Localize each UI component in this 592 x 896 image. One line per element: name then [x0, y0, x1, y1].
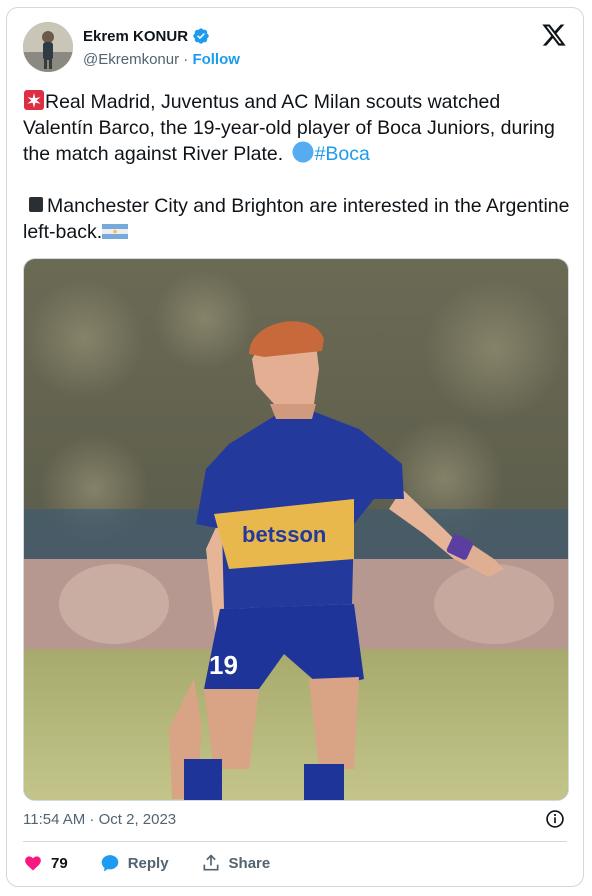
- blue-circle-emoji: [292, 141, 314, 163]
- tweet-card: Ekrem KONUR @Ekremkonur · Follow Real Ma…: [6, 7, 584, 887]
- follow-button[interactable]: Follow: [192, 51, 240, 68]
- author-handle[interactable]: @Ekremkonur: [83, 51, 179, 68]
- divider: [23, 841, 567, 842]
- reply-bubble-icon: [101, 855, 119, 872]
- like-count: 79: [51, 854, 68, 872]
- tweet-paragraph-2: Manchester City and Brighton are interes…: [23, 193, 571, 245]
- player-photo: betsson 19: [24, 259, 568, 800]
- info-icon[interactable]: [545, 809, 565, 829]
- tweet-timestamp[interactable]: 11:54 AM · Oct 2, 2023: [23, 811, 176, 828]
- reply-button[interactable]: Reply: [100, 853, 169, 873]
- shorts-number-text: 19: [209, 650, 238, 680]
- author-handle-row: @Ekremkonur · Follow: [83, 51, 240, 68]
- tweet-text: Real Madrid, Juventus and AC Milan scout…: [23, 89, 571, 245]
- author-name[interactable]: Ekrem KONUR: [83, 28, 188, 45]
- like-button[interactable]: 79: [23, 853, 68, 873]
- author-name-row: Ekrem KONUR: [83, 27, 210, 45]
- x-logo-icon[interactable]: [541, 22, 567, 48]
- share-button[interactable]: Share: [201, 853, 271, 873]
- share-icon: [203, 854, 219, 871]
- verified-badge-icon: [193, 28, 209, 44]
- siren-emoji: [24, 90, 44, 110]
- heart-icon: [25, 856, 41, 871]
- separator-dot: ·: [183, 51, 189, 68]
- jersey-sponsor-text: betsson: [242, 522, 326, 547]
- black-square-emoji: [29, 197, 43, 212]
- tweet-photo[interactable]: betsson 19: [23, 258, 569, 801]
- hashtag-boca[interactable]: #Boca: [315, 143, 370, 165]
- reply-label: Reply: [127, 854, 169, 872]
- avatar[interactable]: [23, 22, 73, 72]
- tweet-paragraph-1: Real Madrid, Juventus and AC Milan scout…: [23, 89, 571, 167]
- share-label: Share: [228, 854, 271, 872]
- action-bar: 79 Reply Share: [23, 853, 302, 873]
- argentina-flag-emoji: [102, 224, 129, 239]
